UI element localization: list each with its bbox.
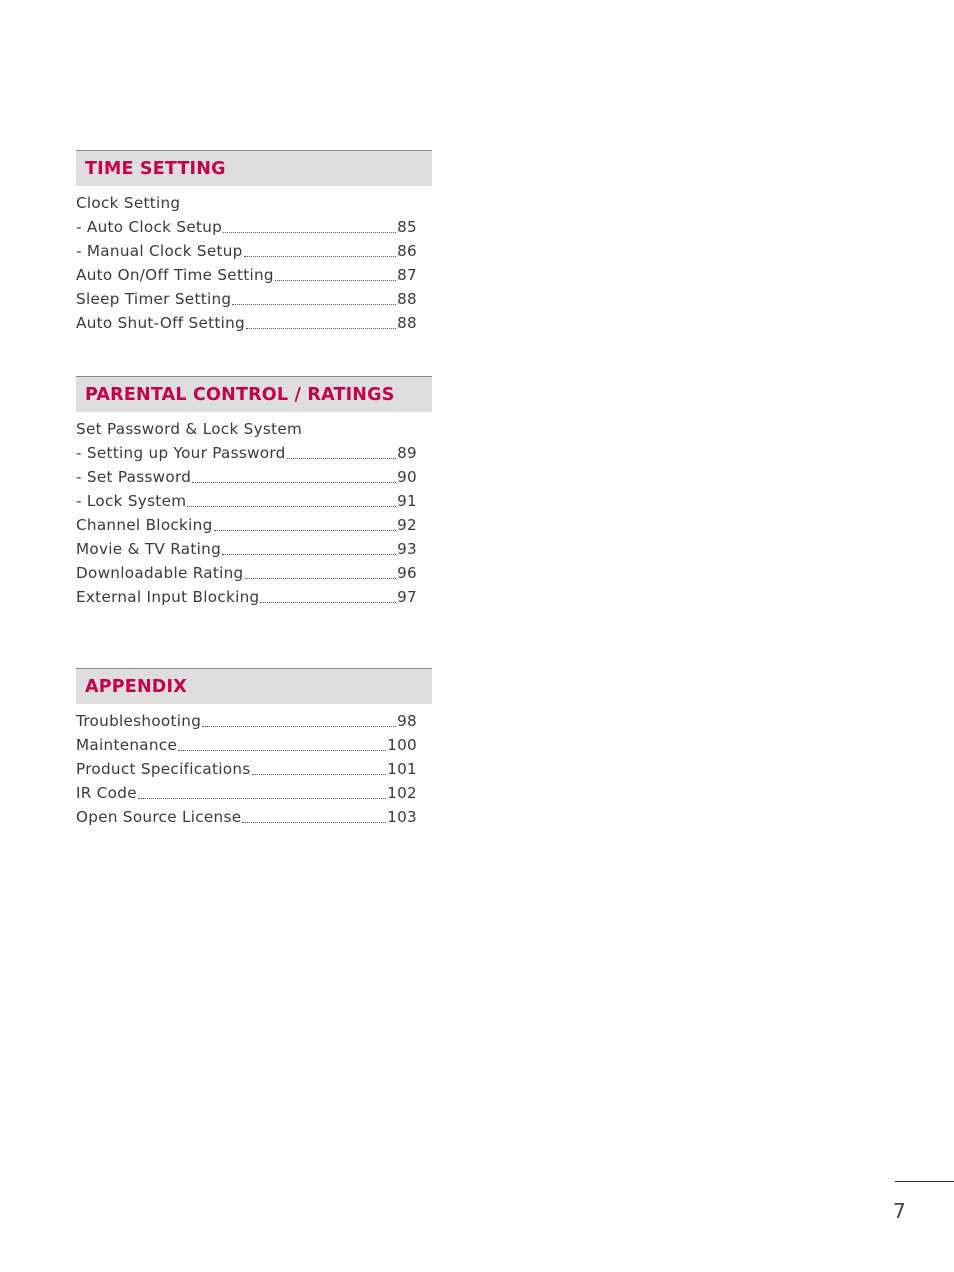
toc-entry-label: Set Password & Lock System bbox=[76, 420, 303, 438]
toc-entries: Set Password & Lock System - Setting up Y… bbox=[76, 417, 417, 609]
page-number: 7 bbox=[893, 1199, 906, 1223]
dot-leader bbox=[232, 304, 397, 305]
toc-entry[interactable]: Auto On/Off Time Setting 87 bbox=[76, 263, 417, 287]
toc-entry[interactable]: - Auto Clock Setup 85 bbox=[76, 215, 417, 239]
toc-entry-label: - Setting up Your Password bbox=[76, 444, 286, 462]
section-title: APPENDIX bbox=[85, 676, 187, 697]
dot-leader bbox=[192, 482, 397, 483]
dot-leader bbox=[137, 798, 387, 799]
toc-entry-page: 96 bbox=[397, 564, 417, 582]
toc-entry-page: 102 bbox=[387, 784, 417, 802]
toc-entry-page: 89 bbox=[397, 444, 417, 462]
toc-entry[interactable]: Troubleshooting 98 bbox=[76, 709, 417, 733]
dot-leader bbox=[202, 726, 397, 727]
toc-entry-label: Auto On/Off Time Setting bbox=[76, 266, 274, 284]
toc-entry[interactable]: Sleep Timer Setting 88 bbox=[76, 287, 417, 311]
toc-entry-label: External Input Blocking bbox=[76, 588, 260, 606]
toc-entry[interactable]: Channel Blocking 92 bbox=[76, 513, 417, 537]
toc-entry[interactable]: Auto Shut-Off Setting 88 bbox=[76, 311, 417, 335]
toc-section-time-setting: TIME SETTING Clock Setting - Auto Clock S… bbox=[76, 150, 432, 335]
toc-entry[interactable]: Movie & TV Rating 93 bbox=[76, 537, 417, 561]
dot-leader bbox=[178, 750, 387, 751]
section-header: TIME SETTING bbox=[76, 150, 432, 186]
toc-entry-page: 90 bbox=[397, 468, 417, 486]
toc-entry-label: Sleep Timer Setting bbox=[76, 290, 232, 308]
toc-entry-label: IR Code bbox=[76, 784, 137, 802]
toc-entry[interactable]: IR Code 102 bbox=[76, 781, 417, 805]
dot-leader bbox=[242, 822, 387, 823]
toc-entry-label: - Auto Clock Setup bbox=[76, 218, 223, 236]
toc-entry[interactable]: - Set Password 90 bbox=[76, 465, 417, 489]
toc-entry-label: Maintenance bbox=[76, 736, 178, 754]
dot-leader bbox=[213, 530, 397, 531]
toc-entry-label: - Lock System bbox=[76, 492, 187, 510]
dot-leader bbox=[274, 280, 397, 281]
toc-entry-label: Auto Shut-Off Setting bbox=[76, 314, 245, 332]
toc-entry-label: Downloadable Rating bbox=[76, 564, 244, 582]
toc-entry[interactable]: - Manual Clock Setup 86 bbox=[76, 239, 417, 263]
toc-entry-label: Channel Blocking bbox=[76, 516, 213, 534]
toc-section-parental-control: PARENTAL CONTROL / RATINGS Set Password … bbox=[76, 376, 432, 609]
toc-entry-page: 93 bbox=[397, 540, 417, 558]
toc-entry-page: 103 bbox=[387, 808, 417, 826]
toc-entry-page: 92 bbox=[397, 516, 417, 534]
toc-entry-page: 88 bbox=[397, 290, 417, 308]
section-header: APPENDIX bbox=[76, 668, 432, 704]
dot-leader bbox=[222, 554, 397, 555]
section-header: PARENTAL CONTROL / RATINGS bbox=[76, 376, 432, 412]
toc-entries: Troubleshooting 98 Maintenance 100 Product S… bbox=[76, 709, 417, 829]
toc-entries: Clock Setting - Auto Clock Setup 85 - Manua… bbox=[76, 191, 417, 335]
dot-leader bbox=[260, 602, 397, 603]
dot-leader bbox=[244, 578, 397, 579]
dot-leader bbox=[251, 774, 387, 775]
dot-leader bbox=[246, 328, 397, 329]
toc-entry[interactable]: Set Password & Lock System bbox=[76, 417, 417, 441]
toc-entry[interactable]: Product Specifications 101 bbox=[76, 757, 417, 781]
section-title: PARENTAL CONTROL / RATINGS bbox=[85, 384, 395, 405]
dot-leader bbox=[286, 458, 397, 459]
toc-entry[interactable]: - Setting up Your Password 89 bbox=[76, 441, 417, 465]
section-title: TIME SETTING bbox=[85, 158, 226, 179]
toc-entry[interactable]: - Lock System 91 bbox=[76, 489, 417, 513]
toc-entry-page: 87 bbox=[397, 266, 417, 284]
toc-entry[interactable]: External Input Blocking 97 bbox=[76, 585, 417, 609]
toc-entry[interactable]: Clock Setting bbox=[76, 191, 417, 215]
toc-entry-label: Product Specifications bbox=[76, 760, 251, 778]
toc-entry-label: - Manual Clock Setup bbox=[76, 242, 243, 260]
toc-entry[interactable]: Maintenance 100 bbox=[76, 733, 417, 757]
toc-entry-page: 97 bbox=[397, 588, 417, 606]
dot-leader bbox=[223, 232, 397, 233]
toc-entry-label: Movie & TV Rating bbox=[76, 540, 222, 558]
toc-entry-page: 98 bbox=[397, 712, 417, 730]
toc-entry-label: - Set Password bbox=[76, 468, 192, 486]
toc-entry-page: 86 bbox=[397, 242, 417, 260]
dot-leader bbox=[187, 506, 397, 507]
toc-entry-label: Clock Setting bbox=[76, 194, 181, 212]
page-number-rule bbox=[895, 1181, 954, 1182]
toc-entry-label: Troubleshooting bbox=[76, 712, 202, 730]
toc-entry-label: Open Source License bbox=[76, 808, 242, 826]
dot-leader bbox=[243, 256, 397, 257]
toc-entry[interactable]: Downloadable Rating 96 bbox=[76, 561, 417, 585]
toc-entry-page: 100 bbox=[387, 736, 417, 754]
toc-entry-page: 101 bbox=[387, 760, 417, 778]
toc-entry-page: 91 bbox=[397, 492, 417, 510]
toc-entry-page: 88 bbox=[397, 314, 417, 332]
toc-section-appendix: APPENDIX Troubleshooting 98 Maintenance 100… bbox=[76, 668, 432, 829]
toc-entry[interactable]: Open Source License 103 bbox=[76, 805, 417, 829]
toc-entry-page: 85 bbox=[397, 218, 417, 236]
